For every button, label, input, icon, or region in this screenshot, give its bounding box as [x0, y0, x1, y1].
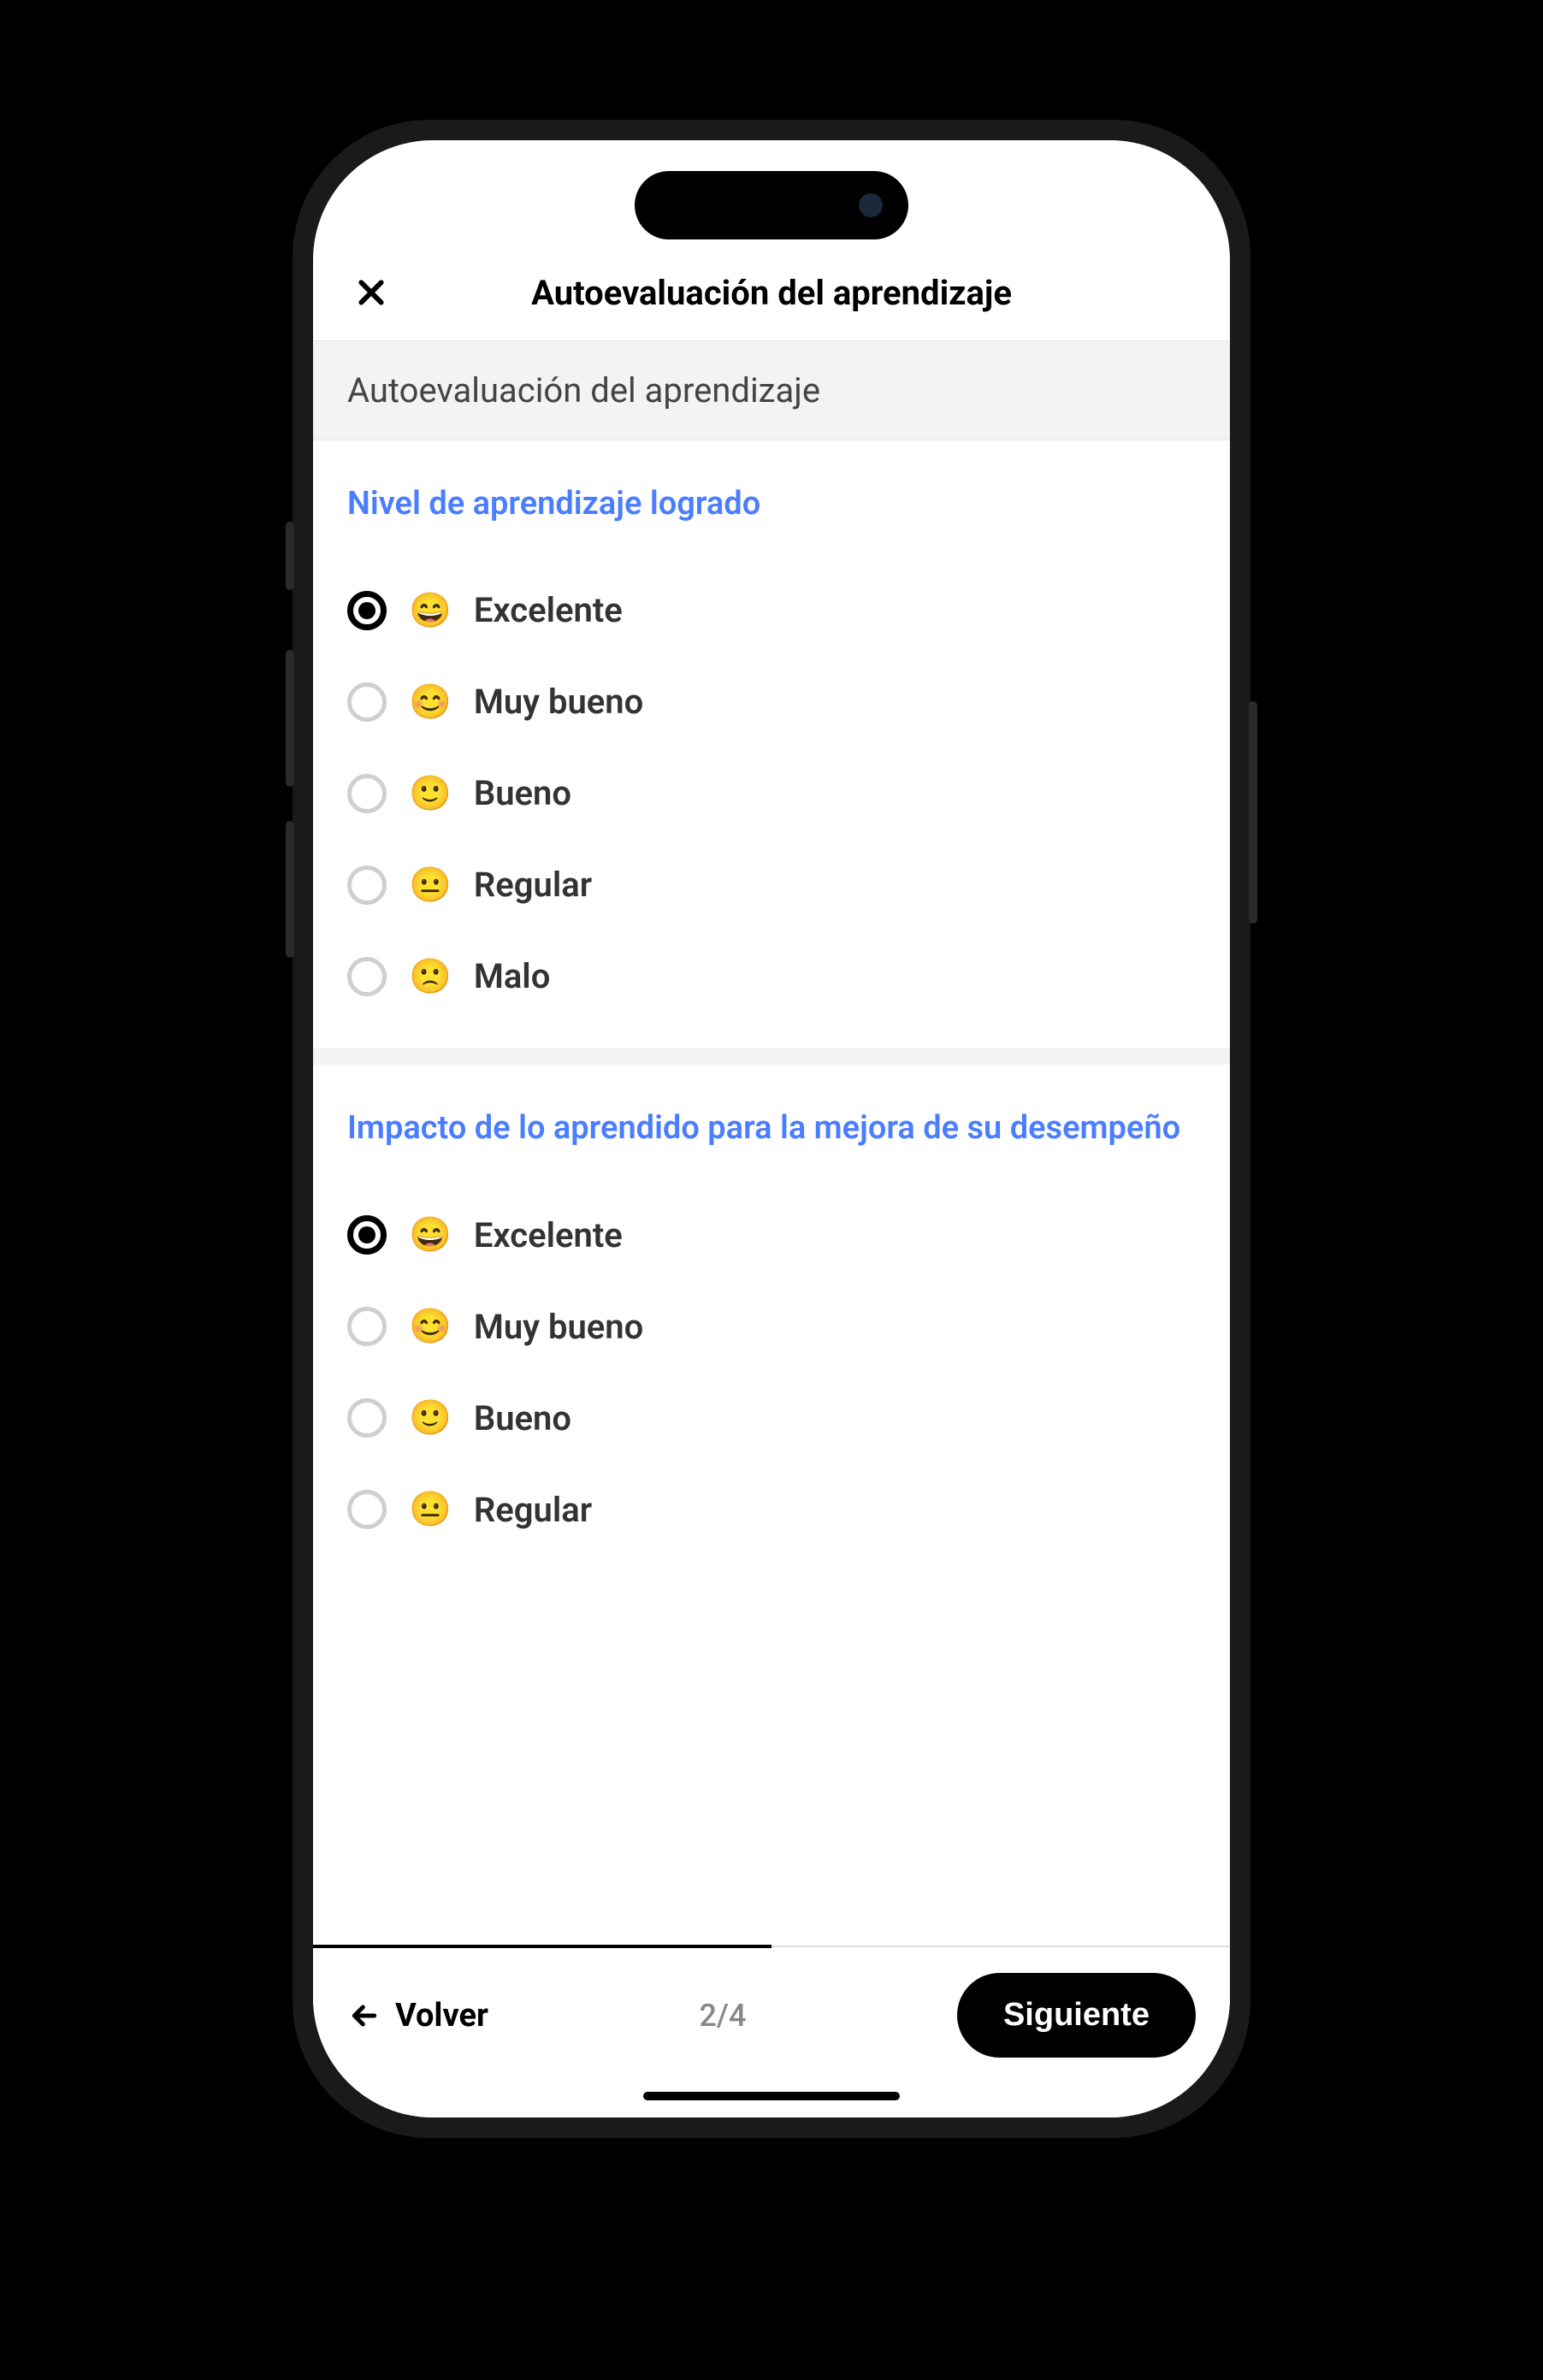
question-section-1: Nivel de aprendizaje logrado 😄 Excelente…	[313, 440, 1230, 1065]
emoji-grin-icon: 😄	[409, 594, 452, 628]
phone-silent-switch	[286, 522, 294, 590]
option-label: Bueno	[474, 773, 571, 813]
radio-selected[interactable]	[347, 1215, 387, 1255]
option-label: Malo	[474, 956, 551, 996]
radio-unselected[interactable]	[347, 1490, 387, 1529]
radio-unselected[interactable]	[347, 865, 387, 905]
emoji-neutral-icon: 😐	[409, 868, 452, 902]
emoji-slight-smile-icon: 🙂	[409, 777, 452, 811]
option-label: Excelente	[474, 590, 623, 630]
back-label: Volver	[395, 1997, 488, 2035]
option-label: Excelente	[474, 1215, 623, 1255]
phone-volume-up	[286, 650, 294, 787]
option-muy-bueno[interactable]: 😊 Muy bueno	[347, 656, 1196, 747]
phone-power-button	[1249, 701, 1257, 924]
option-label: Regular	[474, 1490, 592, 1530]
option-regular[interactable]: 😐 Regular	[347, 839, 1196, 930]
emoji-frown-icon: 🙁	[409, 960, 452, 994]
close-icon	[354, 275, 388, 310]
option-bueno[interactable]: 🙂 Bueno	[347, 1373, 1196, 1464]
option-bueno[interactable]: 🙂 Bueno	[347, 747, 1196, 839]
radio-unselected[interactable]	[347, 957, 387, 996]
radio-unselected[interactable]	[347, 682, 387, 722]
radio-unselected[interactable]	[347, 1307, 387, 1346]
option-regular[interactable]: 😐 Regular	[347, 1464, 1196, 1556]
option-muy-bueno[interactable]: 😊 Muy bueno	[347, 1281, 1196, 1373]
question-title: Impacto de lo aprendido para la mejora d…	[347, 1107, 1196, 1149]
arrow-left-icon	[347, 1999, 381, 2033]
back-button[interactable]: Volver	[347, 1997, 488, 2035]
emoji-slight-smile-icon: 🙂	[409, 1401, 452, 1435]
option-label: Muy bueno	[474, 682, 643, 722]
radio-unselected[interactable]	[347, 1398, 387, 1438]
option-label: Bueno	[474, 1398, 571, 1438]
phone-frame: Autoevaluación del aprendizaje Autoevalu…	[293, 120, 1250, 2138]
radio-unselected[interactable]	[347, 774, 387, 813]
question-section-2: Impacto de lo aprendido para la mejora d…	[313, 1065, 1230, 1580]
option-excelente[interactable]: 😄 Excelente	[347, 564, 1196, 656]
option-excelente[interactable]: 😄 Excelente	[347, 1190, 1196, 1281]
emoji-smile-icon: 😊	[409, 685, 452, 719]
screen: Autoevaluación del aprendizaje Autoevalu…	[313, 140, 1230, 2117]
option-label: Muy bueno	[474, 1307, 643, 1347]
phone-volume-down	[286, 821, 294, 958]
subheader: Autoevaluación del aprendizaje	[313, 340, 1230, 440]
emoji-neutral-icon: 😐	[409, 1492, 452, 1527]
page-title: Autoevaluación del aprendizaje	[395, 273, 1196, 313]
close-button[interactable]	[347, 269, 395, 316]
radio-selected[interactable]	[347, 591, 387, 630]
dynamic-island	[635, 171, 908, 239]
emoji-smile-icon: 😊	[409, 1309, 452, 1344]
option-label: Regular	[474, 865, 592, 905]
emoji-grin-icon: 😄	[409, 1218, 452, 1252]
question-title: Nivel de aprendizaje logrado	[347, 483, 1196, 525]
content-scroll[interactable]: Nivel de aprendizaje logrado 😄 Excelente…	[313, 440, 1230, 1946]
home-indicator[interactable]	[643, 2092, 900, 2100]
next-button[interactable]: Siguiente	[957, 1973, 1196, 2058]
option-malo[interactable]: 🙁 Malo	[347, 930, 1196, 1022]
page-indicator: 2/4	[699, 1998, 746, 2034]
